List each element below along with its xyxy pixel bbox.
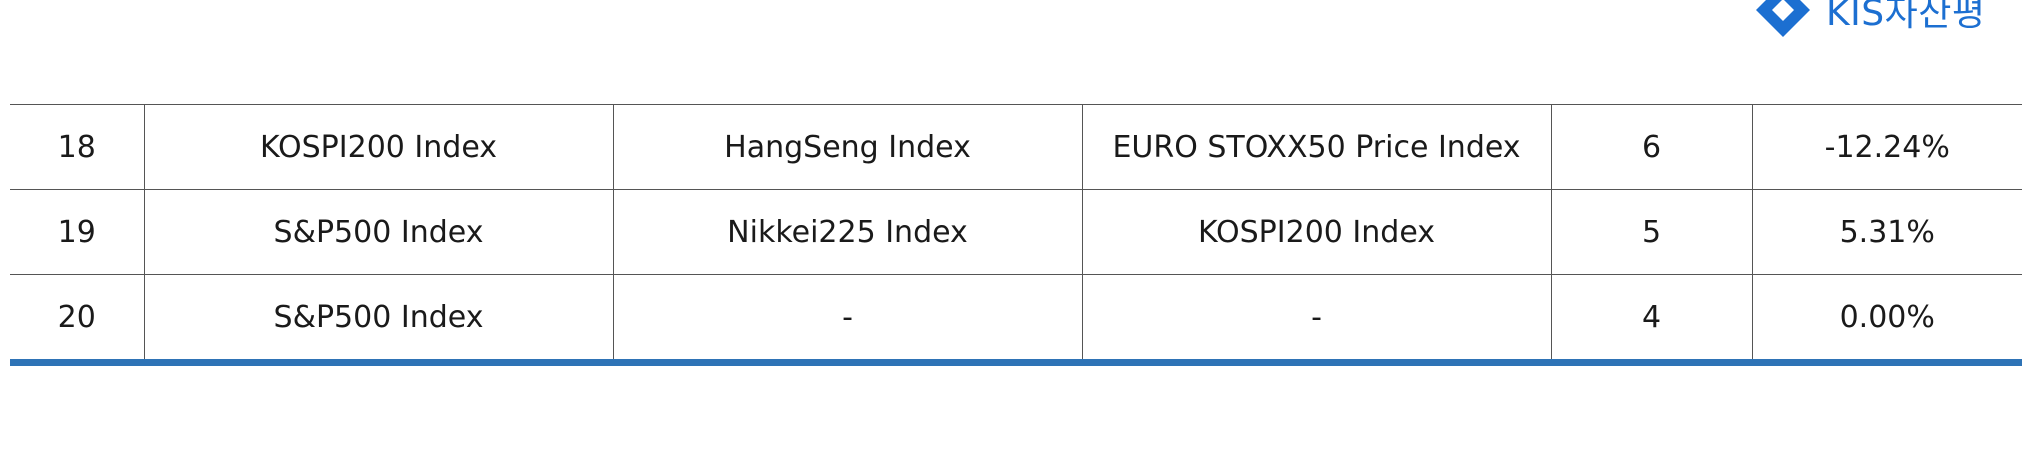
row-number-cell: 18 xyxy=(10,104,144,190)
index-2-cell: - xyxy=(612,274,1082,366)
index-3-cell: - xyxy=(1081,274,1551,366)
index-3-cell: EURO STOXX50 Price Index xyxy=(1081,104,1551,190)
logo-text: KIS자산평 xyxy=(1826,0,1986,34)
index-2-cell: Nikkei225 Index xyxy=(612,189,1082,275)
document-page: KIS자산평 18 KOSPI200 Index HangSeng Index … xyxy=(0,0,2030,462)
index-1-cell: S&P500 Index xyxy=(143,274,613,366)
return-cell: -12.24% xyxy=(1751,104,2022,190)
table-row: 18 KOSPI200 Index HangSeng Index EURO ST… xyxy=(10,104,2022,190)
return-cell: 0.00% xyxy=(1751,274,2022,366)
index-1-cell: S&P500 Index xyxy=(143,189,613,275)
brand-logo: KIS자산평 xyxy=(1752,0,1985,42)
row-number-cell: 20 xyxy=(10,274,144,366)
count-cell: 5 xyxy=(1550,189,1752,275)
row-number-cell: 19 xyxy=(10,189,144,275)
logo-diamond-icon xyxy=(1756,0,1810,37)
index-2-cell: HangSeng Index xyxy=(612,104,1082,190)
index-3-cell: KOSPI200 Index xyxy=(1081,189,1551,275)
table-row: 20 S&P500 Index - - 4 0.00% xyxy=(10,274,2022,366)
index-1-cell: KOSPI200 Index xyxy=(143,104,613,190)
return-cell: 5.31% xyxy=(1751,189,2022,275)
count-cell: 6 xyxy=(1550,104,1752,190)
table-row: 19 S&P500 Index Nikkei225 Index KOSPI200… xyxy=(10,189,2022,275)
count-cell: 4 xyxy=(1550,274,1752,366)
data-table: 18 KOSPI200 Index HangSeng Index EURO ST… xyxy=(10,104,2022,366)
